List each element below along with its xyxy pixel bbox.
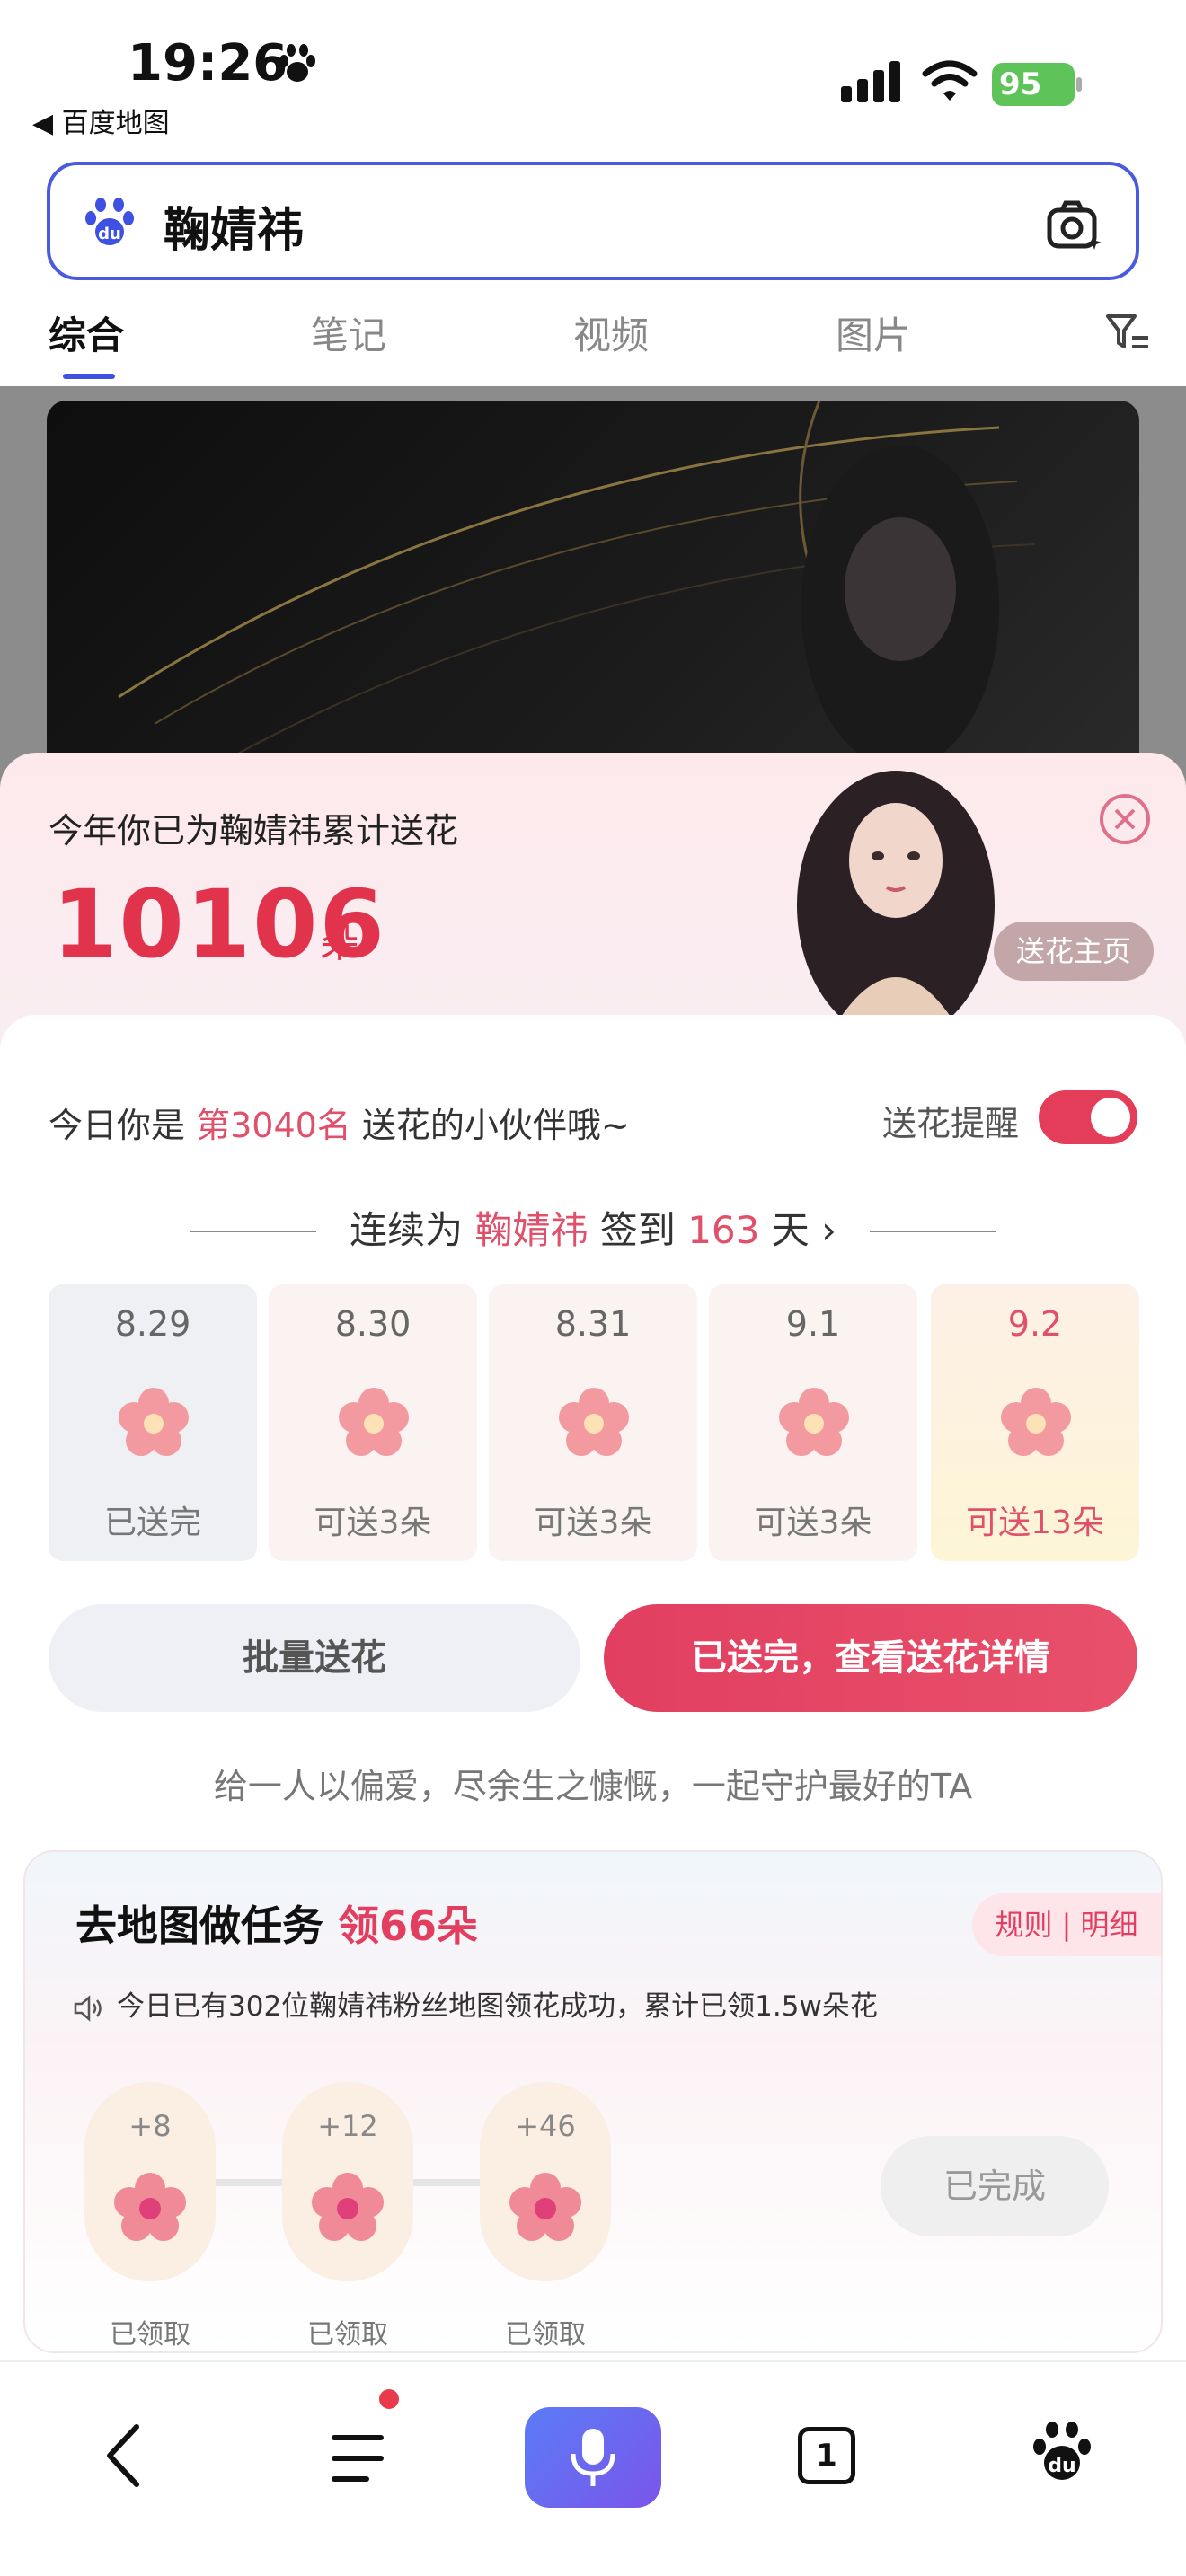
flower-icon [312,2173,384,2241]
svg-text:du: du [1048,2455,1075,2477]
camera-search-icon[interactable] [1044,196,1102,253]
battery-indicator: 95 [992,63,1082,106]
rules-details-link[interactable]: 规则 | 明细 [972,1893,1161,1956]
menu-icon[interactable] [329,2429,392,2488]
rank-line: 今日你是 第3040名 送花的小伙伴哦~ [49,1098,630,1147]
checkin-days: 8.29 已送完 8.30 可送3朵 8.31 可送3朵 9.1 可送3朵 9.… [49,1284,1139,1563]
voice-search-button[interactable] [525,2407,661,2508]
tab-images[interactable]: 图片 [836,305,911,360]
day-card[interactable]: 8.30 可送3朵 [269,1284,477,1561]
flower-home-button[interactable]: 送花主页 [994,922,1154,981]
reward-progress: +8 已领取 +12 已领取 +46 已领取 [84,2082,713,2351]
flower-panel: 今年你已为鞠婧祎累计送花 10106 朵 送花主页 今日你是 第3040名 送花… [0,753,1186,2360]
streak-name: 鞠婧祎 [474,1208,589,1252]
flower-icon [339,1388,409,1456]
search-box[interactable]: du 鞠婧祎 [47,162,1139,280]
remind-label: 送花提醒 [882,1104,1020,1143]
flower-icon [509,2173,581,2241]
microphone-icon [571,2429,615,2486]
batch-send-button[interactable]: 批量送花 [49,1604,580,1712]
remind-toggle[interactable] [1039,1090,1137,1144]
day-status: 已送完 [103,1504,201,1541]
status-bar: 19:26 ◀ 百度地图 95 [0,0,1186,153]
day-date: 8.30 [334,1304,412,1344]
day-status: 可送13朵 [966,1504,1104,1541]
flower-icon [1001,1388,1071,1456]
day-date: 8.29 [114,1304,191,1344]
slogan: 给一人以偏爱，尽余生之慷慨，一起守护最好的TA [213,1767,973,1806]
svg-text:du: du [98,225,121,243]
active-tab-indicator [63,374,115,379]
rank-suffix: 送花的小伙伴哦~ [350,1106,630,1145]
reward-label: 已领取 [307,2319,388,2351]
search-query[interactable]: 鞠婧祎 [164,192,304,260]
close-icon[interactable] [1098,792,1152,846]
day-card[interactable]: 9.1 可送3朵 [709,1284,917,1561]
result-tabs: 综合 笔记 视频 图片 [0,296,1186,386]
map-task-card: 去地图做任务 领66朵 规则 | 明细 今日已有302位鞠婧祎粉丝地图领花成功，… [23,1850,1163,2353]
filter-icon[interactable] [1105,313,1150,354]
baidu-logo-icon: du [85,198,134,245]
status-time: 19:26 [128,34,288,93]
task-title-prefix: 去地图做任务 [75,1901,339,1950]
rank-value: 第3040名 [196,1106,351,1145]
baidu-home-icon[interactable]: du [1033,2420,1091,2484]
reward-amount: +12 [317,2109,378,2143]
tab-notes[interactable]: 笔记 [311,305,386,360]
rank-prefix: 今日你是 [49,1106,197,1145]
task-done-button[interactable]: 已完成 [881,2136,1109,2236]
reward-step[interactable]: +12 [282,2082,413,2281]
tabs-count-button[interactable]: 1 [798,2427,855,2484]
toggle-knob [1091,1098,1130,1137]
speaker-icon [74,1994,102,2022]
streak-prefix: 连续为 [350,1208,475,1252]
notification-dot [379,2389,399,2409]
streak-suffix: 天 › [759,1208,836,1252]
reward-step[interactable]: +8 [84,2082,216,2281]
wifi-icon [922,60,978,101]
bottom-nav: 1 du [0,2360,1186,2576]
task-title-highlight: 领66朵 [338,1901,479,1950]
day-card-today[interactable]: 9.2 可送13朵 [931,1284,1139,1561]
cellular-signal-icon [841,61,900,102]
task-notice-text: 今日已有302位鞠婧祎粉丝地图领花成功，累计已领1.5w朵花 [117,1990,878,2023]
yearly-summary-label: 今年你已为鞠婧祎累计送花 [49,811,459,851]
flower-icon [114,2173,186,2241]
back-to-app-link[interactable]: ◀ 百度地图 [32,101,170,140]
video-thumbnail [118,401,1036,778]
day-card[interactable]: 8.31 可送3朵 [489,1284,697,1561]
flower-icon [779,1388,849,1456]
back-arrow-icon[interactable] [97,2420,151,2492]
reward-amount: +46 [515,2109,576,2143]
celebrity-portrait [797,771,995,1022]
day-date: 9.1 [785,1304,841,1344]
view-details-button[interactable]: 已送完，查看送花详情 [604,1604,1137,1712]
day-status: 可送3朵 [754,1504,872,1541]
flower-icon [119,1388,189,1456]
checkin-card: 今日你是 第3040名 送花的小伙伴哦~ 送花提醒 连续为 鞠婧祎 签到 163… [0,1015,1186,2360]
tab-general[interactable]: 综合 [49,305,124,360]
task-notice: 今日已有302位鞠婧祎粉丝地图领花成功，累计已领1.5w朵花 [74,1983,878,2024]
day-status: 可送3朵 [534,1504,652,1541]
reward-label: 已领取 [110,2319,190,2351]
day-date: 9.2 [1007,1304,1063,1344]
tab-videos[interactable]: 视频 [573,305,649,360]
streak-line[interactable]: 连续为 鞠婧祎 签到 163 天 › [0,1200,1186,1254]
day-card[interactable]: 8.29 已送完 [49,1284,257,1561]
day-date: 8.31 [554,1304,632,1344]
streak-days: 163 [687,1208,760,1252]
video-banner[interactable] [47,401,1139,778]
flower-count-unit: 朵 [320,921,359,966]
streak-mid: 签到 [588,1208,688,1252]
reward-step[interactable]: +46 [480,2082,611,2281]
day-status: 可送3朵 [314,1504,432,1541]
page: 19:26 ◀ 百度地图 95 du 鞠婧祎 综合 笔记 视频 图片 今年你已为… [0,0,1186,2576]
reward-label: 已领取 [505,2319,586,2351]
flower-icon [559,1388,629,1456]
task-title: 去地图做任务 领66朵 [75,1893,478,1953]
baidu-paw-icon [279,44,315,82]
reward-amount: +8 [128,2109,172,2143]
